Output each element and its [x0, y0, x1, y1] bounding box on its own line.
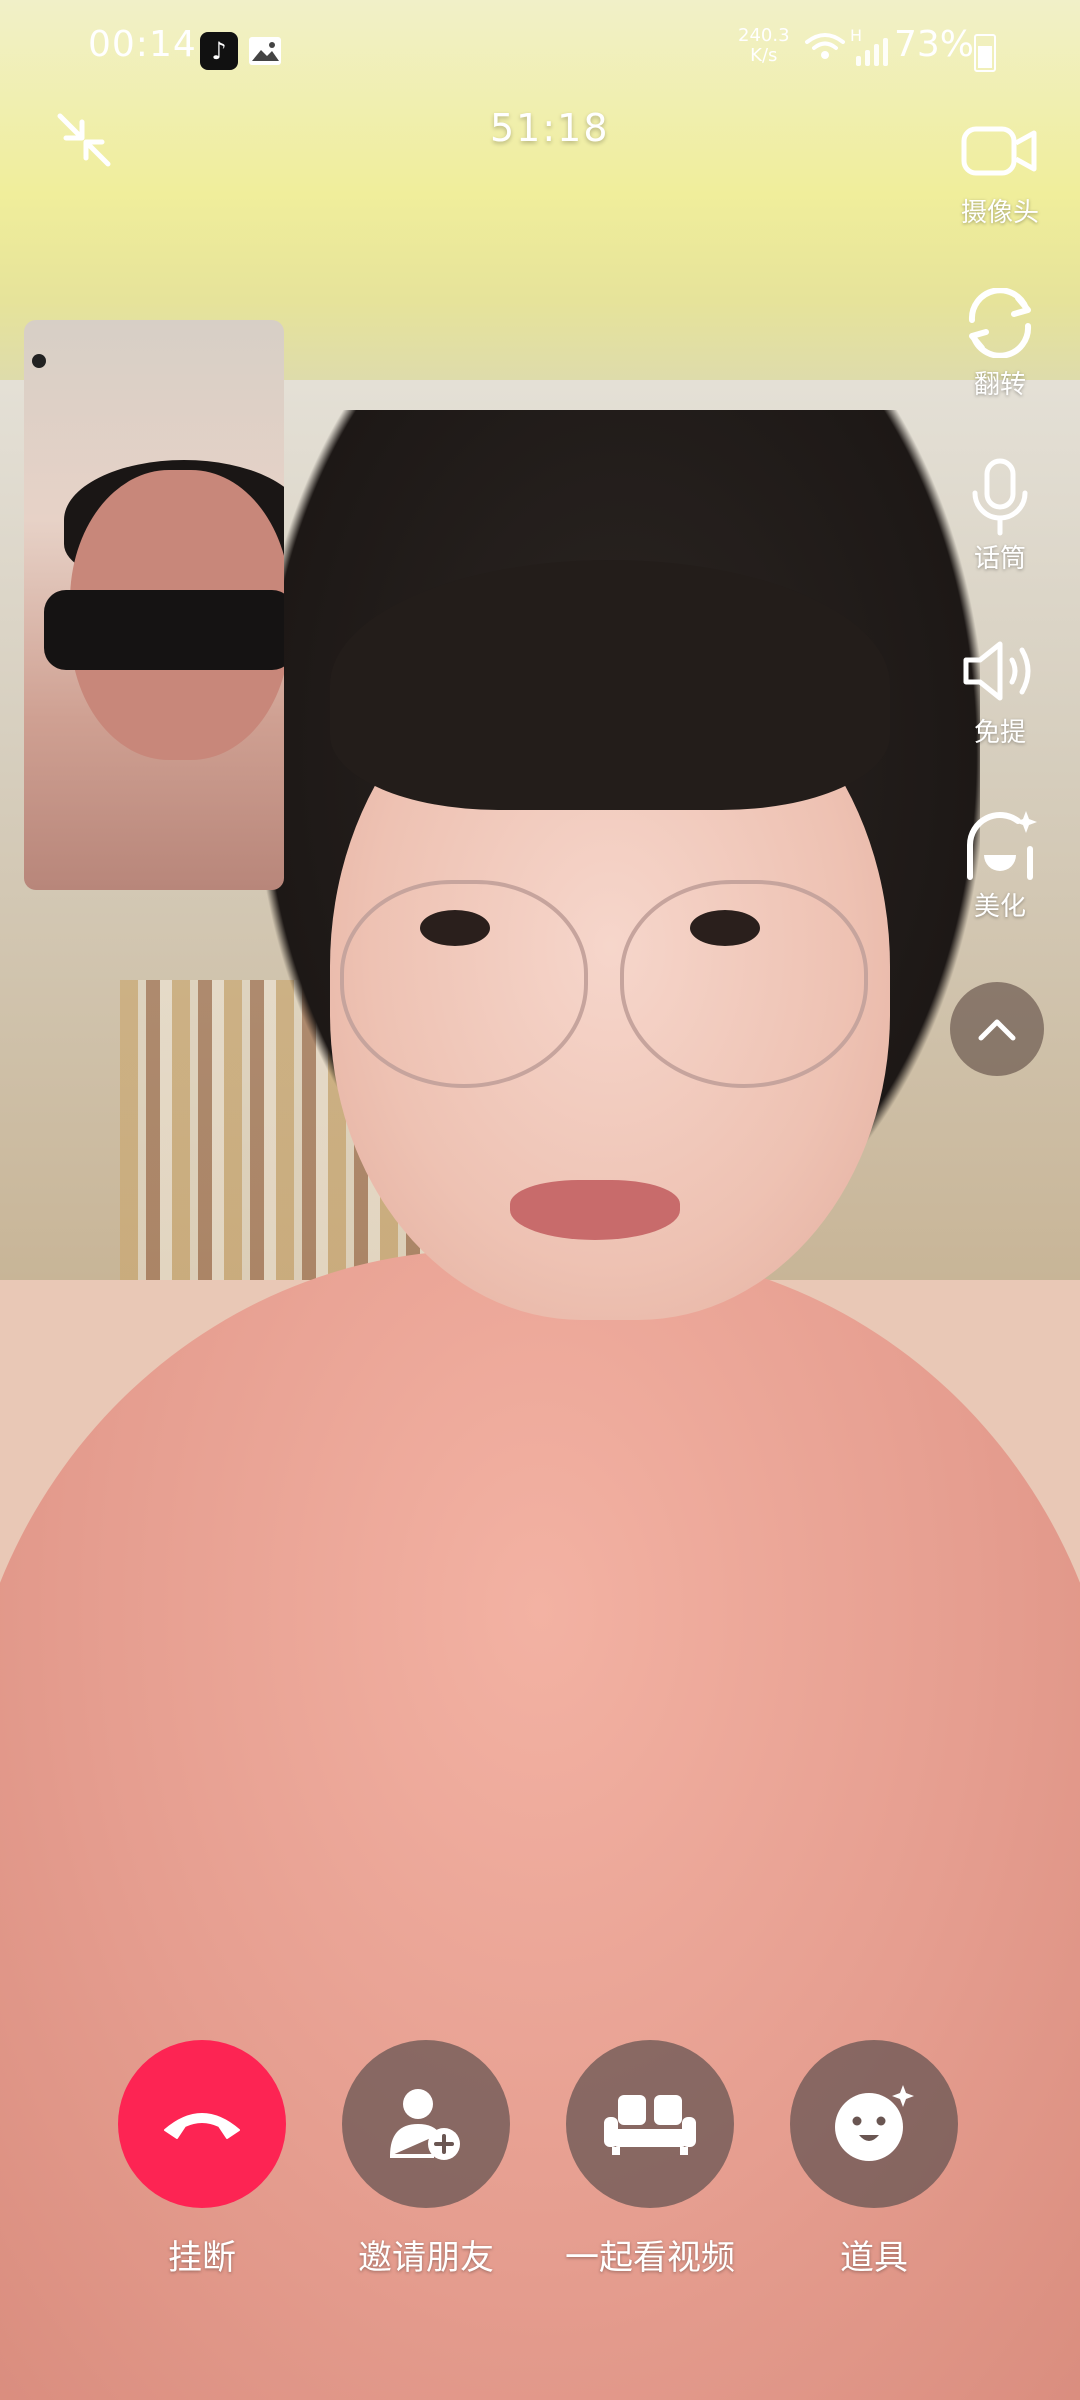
- invite-friend-label: 邀请朋友: [358, 2238, 494, 2278]
- remote-person-eye-right: [690, 910, 760, 946]
- network-speed: 240.3 K/s: [738, 26, 790, 66]
- speaker-label: 免提: [973, 718, 1026, 748]
- microphone-label: 话筒: [973, 544, 1026, 574]
- speaker-button[interactable]: 免提: [940, 628, 1060, 749]
- invite-friend-icon: [390, 2089, 460, 2160]
- hang-up-label: 挂断: [168, 2238, 236, 2278]
- chevron-up-icon: [978, 1019, 1016, 1041]
- props-icon: [835, 2085, 914, 2161]
- status-time: 00:14: [88, 24, 197, 65]
- network-speed-unit: K/s: [750, 45, 778, 66]
- remote-person-glasses-right: [620, 880, 868, 1088]
- watch-together-label: 一起看视频: [565, 2238, 735, 2278]
- watch-together-icon: [604, 2095, 696, 2155]
- watch-together-circle[interactable]: [566, 2040, 734, 2208]
- battery-percentage: 73%: [894, 24, 975, 65]
- watch-together-button[interactable]: 一起看视频: [540, 2040, 760, 2279]
- status-bar: 00:14 ♪ 240.3 K/s H 73%: [0, 0, 1080, 100]
- microphone-icon: [957, 454, 1043, 540]
- call-actions-bar: 挂断 邀请朋友 一起看视频 道具: [0, 2040, 1080, 2290]
- camera-icon: [957, 108, 1043, 194]
- tiktok-icon: ♪: [200, 32, 238, 70]
- invite-friend-button[interactable]: 邀请朋友: [316, 2040, 536, 2279]
- wifi-icon: [805, 33, 845, 59]
- props-label: 道具: [840, 2238, 908, 2278]
- invite-friend-circle[interactable]: [342, 2040, 510, 2208]
- expand-tools-button[interactable]: [950, 982, 1044, 1076]
- beautify-icon: [957, 802, 1043, 888]
- hang-up-button[interactable]: 挂断: [92, 2040, 312, 2279]
- flip-camera-icon: [957, 280, 1043, 366]
- network-speed-value: 240.3: [738, 25, 790, 46]
- minimize-icon: [57, 113, 111, 167]
- cell-signal-icon: [856, 34, 888, 66]
- props-button[interactable]: 道具: [764, 2040, 984, 2279]
- minimize-call-button[interactable]: [48, 104, 120, 176]
- speaker-icon: [957, 628, 1043, 714]
- microphone-button[interactable]: 话筒: [940, 454, 1060, 575]
- hang-up-icon: [164, 2113, 240, 2139]
- flip-camera-label: 翻转: [973, 370, 1026, 400]
- battery-icon: [974, 34, 996, 72]
- hang-up-circle[interactable]: [118, 2040, 286, 2208]
- beautify-button[interactable]: 美化: [940, 802, 1060, 923]
- remote-person-eye-left: [420, 910, 490, 946]
- call-timer: 51:18: [490, 106, 610, 150]
- props-circle[interactable]: [790, 2040, 958, 2208]
- self-preview-video[interactable]: [24, 320, 284, 890]
- camera-toggle-button[interactable]: 摄像头: [940, 108, 1060, 229]
- self-preview-camera-dot: [32, 354, 46, 368]
- image-icon: [246, 32, 284, 70]
- remote-person-bangs: [330, 560, 890, 810]
- beautify-label: 美化: [973, 892, 1026, 922]
- camera-label: 摄像头: [960, 198, 1039, 228]
- self-preview-sunglasses: [44, 590, 284, 670]
- remote-person-mouth: [510, 1180, 680, 1240]
- flip-camera-button[interactable]: 翻转: [940, 280, 1060, 401]
